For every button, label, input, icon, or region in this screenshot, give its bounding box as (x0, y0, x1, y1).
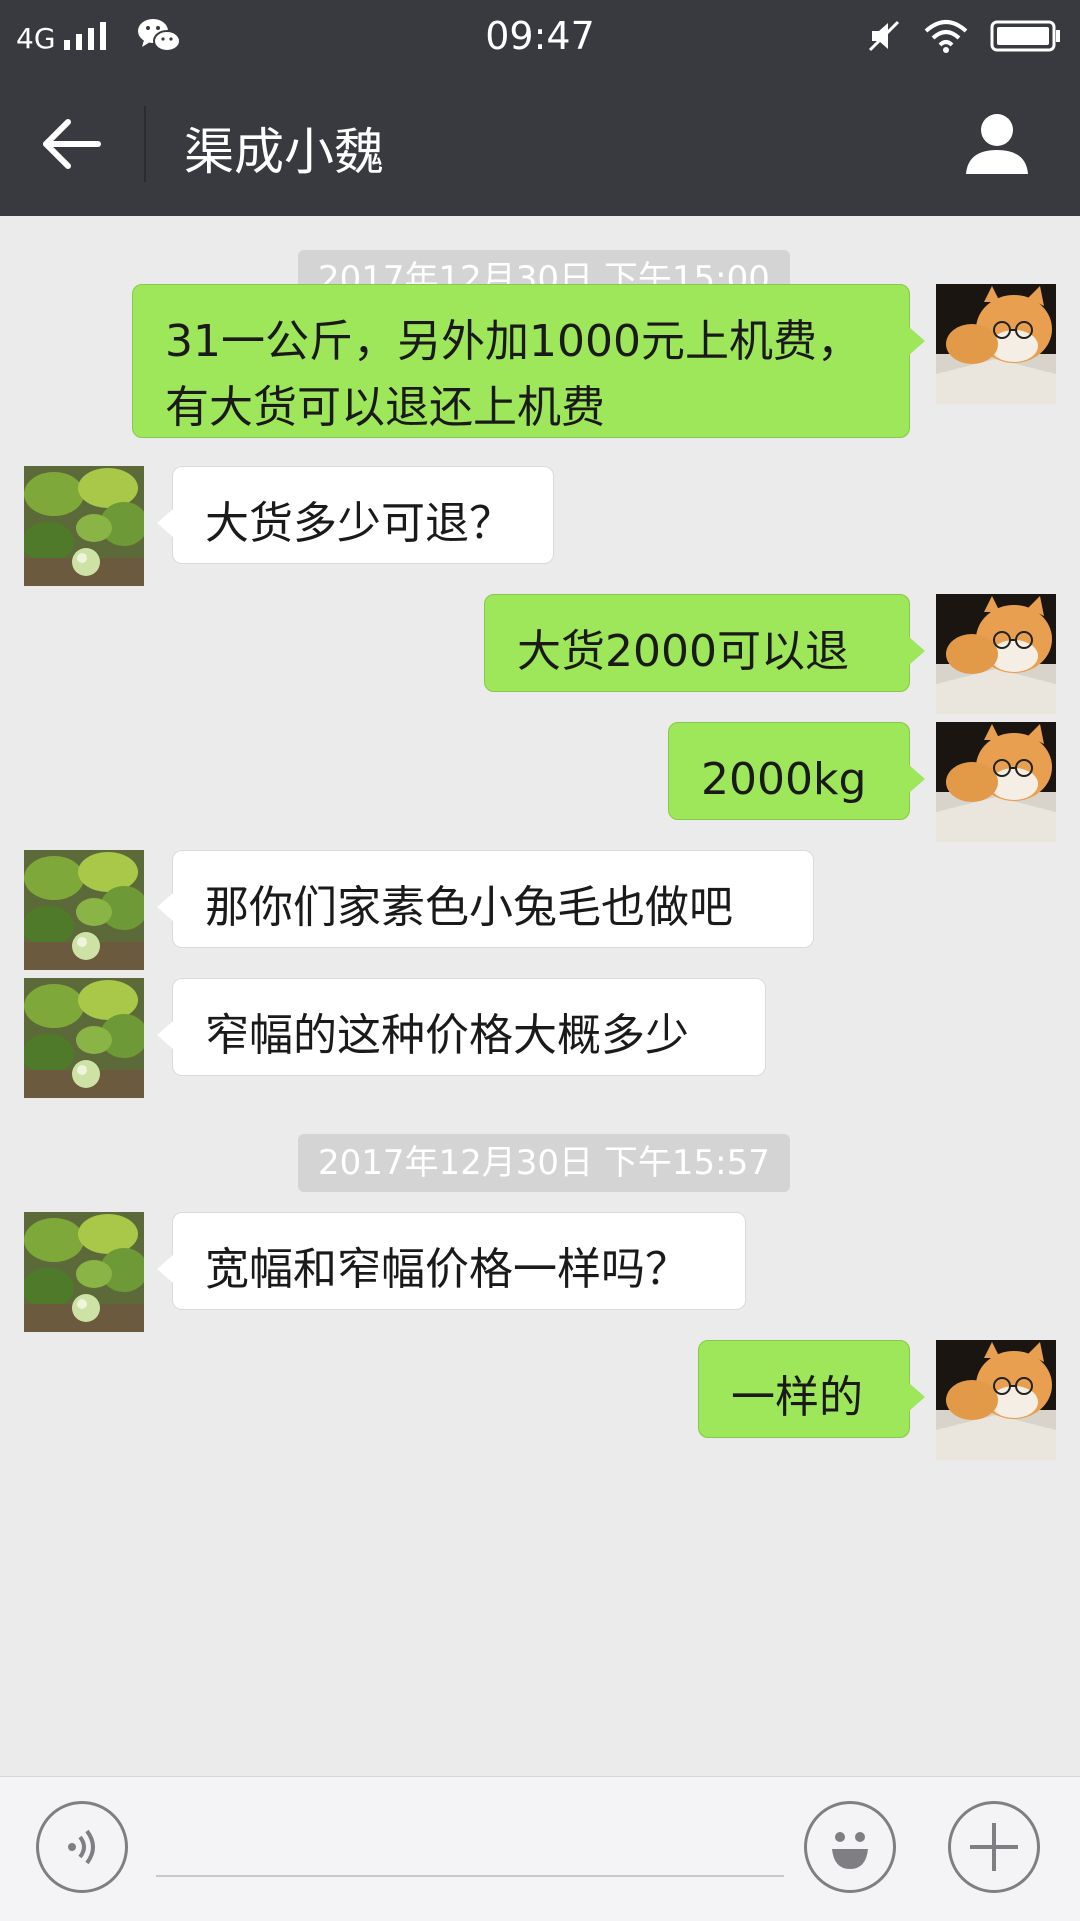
my-avatar[interactable] (936, 284, 1056, 404)
input-bar (0, 1776, 1080, 1921)
emoji-icon (832, 1832, 868, 1869)
message-timestamp: 2017年12月30日 下午15:57 (298, 1134, 790, 1192)
plus-icon (970, 1823, 1018, 1871)
contact-avatar[interactable] (24, 1212, 144, 1332)
my-avatar[interactable] (936, 594, 1056, 714)
contact-avatar[interactable] (24, 978, 144, 1098)
received-message-bubble[interactable]: 宽幅和窄幅价格一样吗？ (157, 1212, 746, 1310)
my-avatar[interactable] (936, 722, 1056, 842)
header-divider (144, 106, 146, 182)
emoji-button[interactable] (804, 1801, 896, 1893)
more-button[interactable] (948, 1801, 1040, 1893)
message-text: 一样的 (731, 1372, 863, 1423)
message-text: 那你们家素色小兔毛也做吧 (205, 882, 733, 933)
sent-message-bubble[interactable]: 大货2000可以退 (484, 594, 925, 692)
chat-messages[interactable]: 2017年12月30日 下午15:00 31一公斤，另外加1000元上机费， 有大… (0, 216, 1080, 1776)
message-text: 31一公斤，另外加1000元上机费， (165, 316, 861, 367)
message-text: 宽幅和窄幅价格一样吗？ (205, 1244, 689, 1295)
battery-icon (990, 20, 1060, 52)
wifi-icon (924, 20, 968, 53)
sent-message-bubble[interactable]: 一样的 (698, 1340, 925, 1438)
received-message-bubble[interactable]: 那你们家素色小兔毛也做吧 (157, 850, 814, 948)
back-arrow-icon[interactable] (40, 116, 104, 172)
message-text: 2000kg (701, 754, 867, 805)
sent-message-bubble[interactable]: 31一公斤，另外加1000元上机费， 有大货可以退还上机费 (132, 284, 925, 438)
voice-icon (68, 1829, 95, 1865)
message-text: 有大货可以退还上机费 (165, 382, 605, 433)
contact-avatar[interactable] (24, 466, 144, 586)
message-input[interactable] (156, 1817, 784, 1877)
voice-button[interactable] (36, 1801, 128, 1893)
chat-header: 渠成小魏 (0, 72, 1080, 216)
mute-icon (868, 20, 900, 52)
message-text: 窄幅的这种价格大概多少 (205, 1010, 689, 1061)
message-text: 大货多少可退？ (205, 498, 513, 549)
status-right-icons (866, 18, 1062, 54)
sent-message-bubble[interactable]: 2000kg (668, 722, 925, 820)
my-avatar[interactable] (936, 1340, 1056, 1460)
message-text: 大货2000可以退 (517, 626, 849, 677)
received-message-bubble[interactable]: 大货多少可退？ (157, 466, 554, 564)
chat-title: 渠成小魏 (184, 123, 384, 181)
status-bar: 4G 09:47 (0, 0, 1080, 72)
contact-avatar[interactable] (24, 850, 144, 970)
received-message-bubble[interactable]: 窄幅的这种价格大概多少 (157, 978, 766, 1076)
profile-icon[interactable] (964, 110, 1030, 176)
